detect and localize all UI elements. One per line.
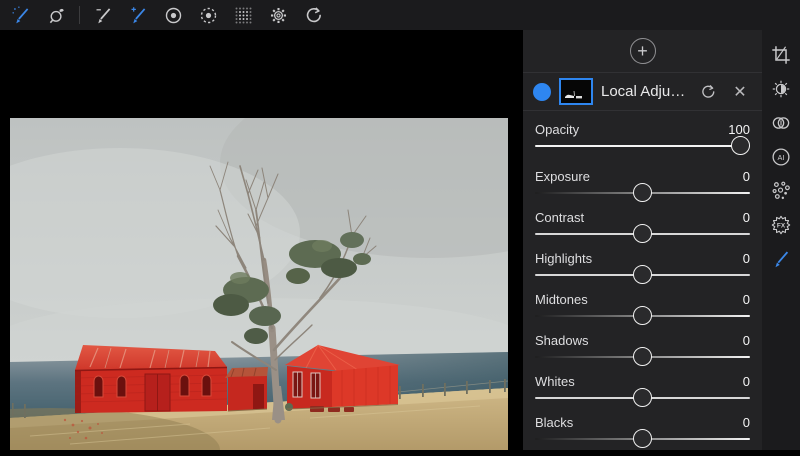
- slider-row-midtones: Midtones 0: [535, 292, 750, 333]
- slider-handle[interactable]: [633, 224, 652, 243]
- effects-fx-icon[interactable]: FX: [768, 213, 794, 237]
- layer-title[interactable]: Local Adju…: [601, 83, 688, 100]
- radial-mask-feather-icon[interactable]: [193, 0, 223, 30]
- black-white-icon[interactable]: [768, 111, 794, 135]
- slider-track[interactable]: [535, 438, 750, 440]
- add-layer-row: +: [523, 30, 762, 73]
- svg-text:FX: FX: [777, 222, 786, 229]
- layer-mask-thumbnail[interactable]: [559, 78, 593, 105]
- slider-track[interactable]: [535, 274, 750, 276]
- side-rail: AI FX: [762, 30, 800, 450]
- slider-track[interactable]: [535, 145, 750, 147]
- slider-value: 0: [743, 415, 750, 430]
- slider-track[interactable]: [535, 397, 750, 399]
- slider-handle[interactable]: [633, 429, 652, 448]
- add-layer-button[interactable]: +: [630, 38, 656, 64]
- slider-row-whites: Whites 0: [535, 374, 750, 415]
- radial-mask-solid-icon[interactable]: [158, 0, 188, 30]
- photo-canvas[interactable]: [10, 118, 508, 450]
- slider-label: Opacity: [535, 122, 579, 137]
- layer-header: Local Adju… ✕: [523, 73, 762, 111]
- slider-track[interactable]: [535, 233, 750, 235]
- slider-handle[interactable]: [633, 306, 652, 325]
- slider-value: 0: [743, 374, 750, 389]
- ai-tools-icon[interactable]: AI: [768, 145, 794, 169]
- layer-close-button[interactable]: ✕: [728, 80, 752, 104]
- slider-label: Whites: [535, 374, 575, 389]
- slider-value: 0: [743, 210, 750, 225]
- slider-value: 100: [728, 122, 750, 137]
- slider-row-highlights: Highlights 0: [535, 251, 750, 292]
- slider-value: 0: [743, 251, 750, 266]
- adjustments-panel: + Local Adju… ✕ Opacity100Exposure0Contr…: [523, 30, 762, 450]
- reset-mask-icon[interactable]: [298, 0, 328, 30]
- slider-track[interactable]: [535, 315, 750, 317]
- toolbar-divider: [79, 6, 80, 24]
- slider-handle[interactable]: [633, 388, 652, 407]
- slider-label: Highlights: [535, 251, 592, 266]
- develop-light-icon[interactable]: [768, 77, 794, 101]
- slider-value: 0: [743, 292, 750, 307]
- slider-track[interactable]: [535, 192, 750, 194]
- mask-eraser-icon[interactable]: [41, 0, 71, 30]
- slider-row-contrast: Contrast 0: [535, 210, 750, 251]
- slider-label: Shadows: [535, 333, 588, 348]
- slider-label: Contrast: [535, 210, 584, 225]
- brush-settings-icon[interactable]: [263, 0, 293, 30]
- slider-label: Blacks: [535, 415, 573, 430]
- slider-value: 0: [743, 169, 750, 184]
- slider-row-opacity: Opacity 100: [535, 122, 750, 169]
- slider-handle[interactable]: [633, 183, 652, 202]
- brush-add-icon[interactable]: [123, 0, 153, 30]
- mask-paint-brush-icon[interactable]: [6, 0, 36, 30]
- slider-label: Midtones: [535, 292, 588, 307]
- svg-text:AI: AI: [778, 153, 785, 162]
- slider-handle[interactable]: [633, 265, 652, 284]
- slider-row-shadows: Shadows 0: [535, 333, 750, 374]
- slider-row-exposure: Exposure 0: [535, 169, 750, 210]
- layer-color-tag[interactable]: [533, 83, 551, 101]
- slider-value: 0: [743, 333, 750, 348]
- layer-reset-button[interactable]: [696, 80, 720, 104]
- slider-handle[interactable]: [633, 347, 652, 366]
- brush-subtract-icon[interactable]: [88, 0, 118, 30]
- slider-track[interactable]: [535, 356, 750, 358]
- grain-texture-icon[interactable]: [768, 179, 794, 203]
- crop-tool-icon[interactable]: [768, 43, 794, 67]
- slider-handle[interactable]: [731, 136, 750, 155]
- mask-toolbar: [0, 0, 800, 30]
- mask-density-icon[interactable]: [228, 0, 258, 30]
- slider-label: Exposure: [535, 169, 590, 184]
- local-adjustments-icon[interactable]: [768, 247, 794, 271]
- slider-list: Opacity100Exposure0Contrast0Highlights0M…: [523, 111, 762, 456]
